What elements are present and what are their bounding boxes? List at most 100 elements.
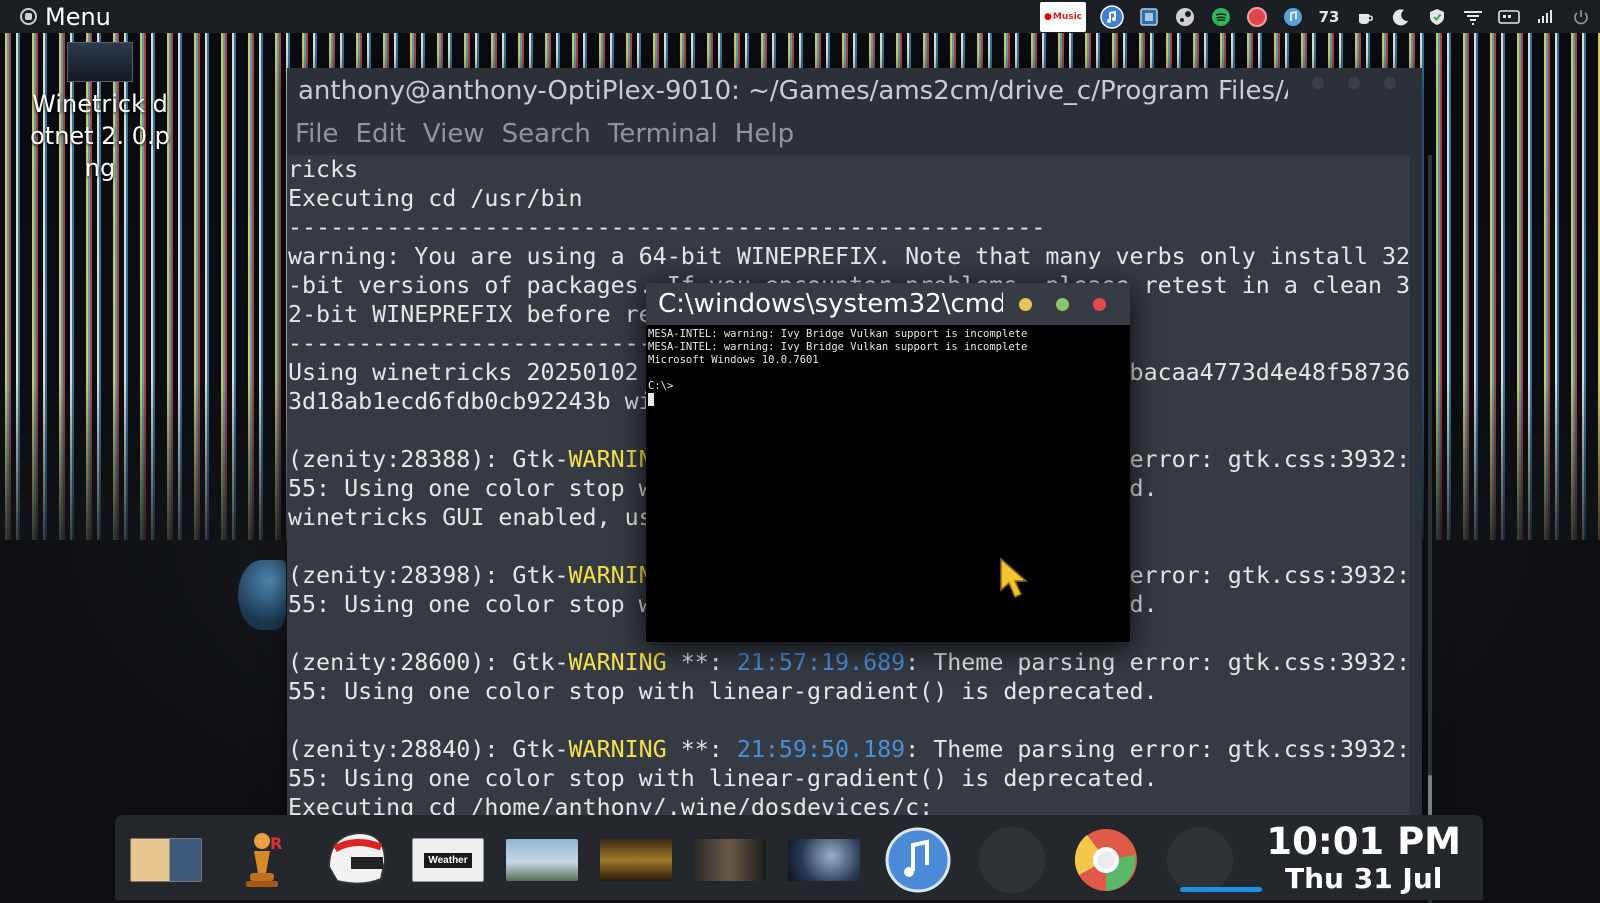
clock[interactable]: 10:01 PM Thu 31 Jul [1266,821,1461,895]
terminal-line: 55: Using one color stop with linear-gra… [287,677,1410,706]
volume-icon[interactable] [1534,5,1556,29]
image-thumbnail-icon [130,838,202,882]
cmd-titlebar[interactable]: C:\windows\system32\cmd.exe [646,283,1130,325]
caffeine-cup-icon[interactable] [1354,5,1376,29]
terminal-text: warning: You are using a 64-bit WINEPREF… [288,243,1410,270]
recording-tray-icon[interactable] [1246,5,1268,29]
svg-text:R: R [270,834,282,853]
blank-icon [979,827,1045,893]
menu-file[interactable]: File [295,119,339,149]
wallpaper-blue-figure [238,560,286,630]
game-thumbnail-icon [788,839,860,881]
active-window-indicator [1180,887,1262,892]
dock-item-game-window[interactable] [600,827,672,893]
timestamp: 21:57:19.689 [736,649,906,676]
virtualbox-tray-icon[interactable] [1138,5,1160,29]
shield-update-icon[interactable] [1426,5,1448,29]
menu-view[interactable]: View [423,119,485,149]
menu-terminal[interactable]: Terminal [608,119,718,149]
terminal-line: warning: You are using a 64-bit WINEPREF… [287,242,1410,271]
dock-item-chrome[interactable] [1070,827,1142,893]
terminal-text: Executing cd /home/anthony/.wine/dosdevi… [288,794,934,816]
cpu-temperature[interactable]: 73 [1318,5,1340,29]
menu-edit[interactable]: Edit [356,119,406,149]
system-tray: Music 73 [1040,0,1592,33]
terminal-window-controls [1312,77,1396,89]
clock-date: Thu 31 Jul [1285,862,1443,895]
game-thumbnail-icon [694,839,766,881]
keyboard-layout-icon[interactable] [1498,5,1520,29]
menu-label: Menu [45,2,111,31]
night-light-moon-icon[interactable] [1390,5,1412,29]
cmd-line: Microsoft Windows 10.0.7601 [648,354,819,366]
terminal-close-button[interactable] [1384,77,1396,89]
airplane-thumbnail-icon [506,839,578,881]
menu-help[interactable]: Help [735,119,794,149]
cmd-window[interactable]: C:\windows\system32\cmd.exe MESA-INTEL: … [646,283,1130,642]
steam-tray-icon[interactable] [1174,5,1196,29]
terminal-text: ----------------------------------------… [288,214,1046,241]
dock-item-chess[interactable]: R [226,827,298,893]
cmd-line [648,367,1128,380]
terminal-maximize-button[interactable] [1348,77,1360,89]
mouse-pointer-icon [998,556,1032,606]
terminal-text: : Theme parsing error: gtk.css:3932: [905,736,1410,763]
terminal-text: **: [666,649,737,676]
dock-item-winetricks-screenshot[interactable] [130,827,202,893]
dock-item-weather[interactable]: Weather [412,827,484,893]
terminal-line: (zenity:28840): Gtk-WARNING **: 21:59:50… [287,735,1410,764]
image-file-thumbnail-icon [67,42,133,82]
cmd-cursor-line [648,393,1128,406]
audio-player-tray-icon[interactable] [1282,5,1304,29]
terminal-line: 55: Using one color stop with linear-gra… [287,764,1410,793]
main-menu-button[interactable]: Menu [0,0,111,33]
top-panel: Menu Music 73 [0,0,1600,33]
cmd-close-button[interactable] [1093,298,1106,311]
terminal-scrollbar[interactable] [1428,155,1432,903]
terminal-text: 55: Using one color stop with linear-gra… [288,765,1158,792]
music-player-tray-icon[interactable] [1100,4,1124,29]
dock-item-blank-2[interactable] [1164,827,1236,893]
music-tray-icon[interactable]: Music [1040,1,1086,32]
dock-item-shooter-game[interactable] [694,827,766,893]
text-cursor [648,393,654,406]
terminal-text: **: [666,736,737,763]
chrome-icon [1074,829,1137,891]
desktop-file-label: Winetrick dotnet 2. 0.png [30,90,170,182]
terminal-titlebar[interactable]: anthony@anthony-OptiPlex-9010: ~/Games/a… [287,68,1422,113]
weather-label: Weather [424,852,472,868]
dock-item-blank-1[interactable] [976,827,1048,893]
desktop-file-icon[interactable]: Winetrick dotnet 2. 0.png [30,42,170,184]
cmd-output[interactable]: MESA-INTEL: warning: Ivy Bridge Vulkan s… [646,325,1130,409]
terminal-menubar: File Edit View Search Terminal Help [287,113,1422,155]
terminal-line: Executing cd /home/anthony/.wine/dosdevi… [287,793,1410,816]
cmd-minimize-button[interactable] [1019,298,1032,311]
cmd-line: MESA-INTEL: warning: Ivy Bridge Vulkan s… [648,328,1028,340]
terminal-minimize-button[interactable] [1312,77,1324,89]
terminal-title: anthony@anthony-OptiPlex-9010: ~/Games/a… [298,75,1288,106]
menu-search[interactable]: Search [502,119,591,149]
timestamp: 21:59:50.189 [736,736,906,763]
dock-item-music[interactable] [882,827,954,893]
spotify-tray-icon[interactable] [1210,5,1232,29]
terminal-text: Executing cd /usr/bin [288,185,583,212]
terminal-text: (zenity:28600): Gtk- [288,649,569,676]
wifi-network-icon[interactable] [1462,5,1484,29]
dock-item-flight-game[interactable] [506,827,578,893]
weather-app-icon: Weather [412,838,484,882]
game-thumbnail-icon [600,839,672,881]
warning-keyword: WARNING [568,649,667,676]
cmd-maximize-button[interactable] [1056,298,1069,311]
terminal-line: (zenity:28600): Gtk-WARNING **: 21:57:19… [287,648,1410,677]
dock: R Weather 10:01 PM Thu 31 Jul [115,815,1483,900]
terminal-text: (zenity:28388): Gtk- [288,446,569,473]
terminal-text: 55: Using one color stop with linear-gra… [288,678,1158,705]
cmd-line: MESA-INTEL: warning: Ivy Bridge Vulkan s… [648,341,1028,353]
cmd-title: C:\windows\system32\cmd.exe [658,289,1003,319]
cmd-window-controls [1019,298,1106,311]
terminal-text: : Theme parsing error: gtk.css:3932: [905,649,1410,676]
dock-item-space-game[interactable] [788,827,860,893]
power-icon[interactable] [1570,5,1592,29]
warning-keyword: WARNING [568,736,667,763]
dock-item-racing-helmet[interactable] [320,827,392,893]
